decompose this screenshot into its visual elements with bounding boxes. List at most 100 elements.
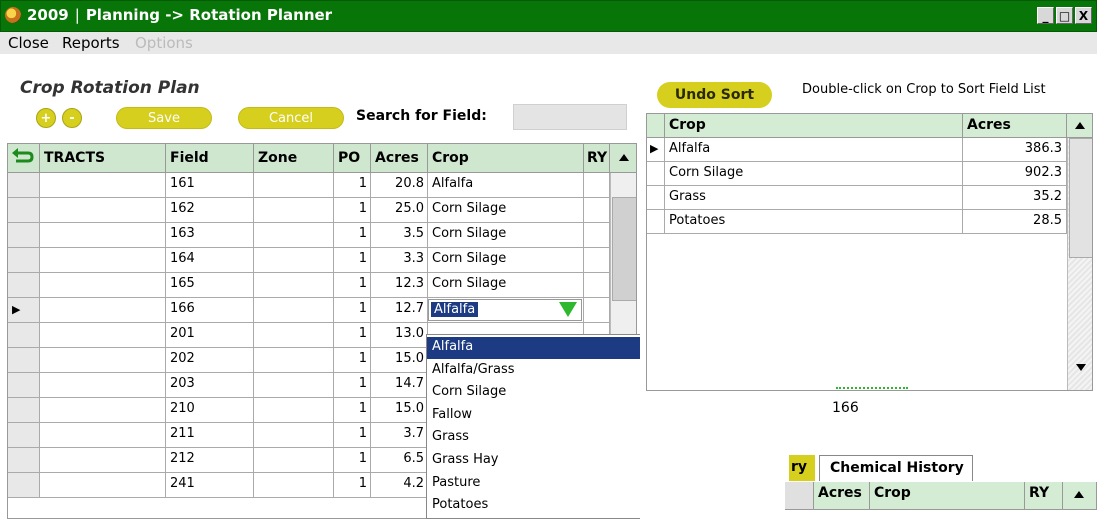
row-selector[interactable]	[8, 223, 40, 248]
summary-acres-cell[interactable]: 902.3	[963, 162, 1067, 186]
menu-reports[interactable]: Reports	[62, 34, 120, 52]
summary-crop-cell[interactable]: Potatoes	[665, 210, 963, 234]
table-row[interactable]: ▶ 166 1 12.7 Alfalfa	[8, 298, 636, 323]
row-selector[interactable]	[8, 423, 40, 448]
row-selector[interactable]	[8, 348, 40, 373]
col-header-acres[interactable]: Acres	[371, 144, 428, 173]
zone-cell[interactable]	[254, 423, 334, 448]
summary-row-selector[interactable]	[647, 210, 665, 234]
row-selector[interactable]	[8, 173, 40, 198]
acres-cell[interactable]: 3.3	[371, 248, 428, 273]
close-window-button[interactable]: X	[1075, 7, 1092, 24]
zone-cell[interactable]	[254, 298, 334, 323]
ry-cell[interactable]	[584, 173, 610, 198]
summary-row[interactable]: ▶ Alfalfa 386.3	[647, 138, 1067, 162]
row-selector[interactable]	[8, 473, 40, 498]
tracts-cell[interactable]	[40, 223, 166, 248]
acres-cell[interactable]: 3.5	[371, 223, 428, 248]
crop-cell[interactable]: Corn Silage	[428, 273, 584, 298]
zone-cell[interactable]	[254, 223, 334, 248]
grid-scroll-thumb[interactable]	[612, 197, 636, 301]
summary-row[interactable]: Potatoes 28.5	[647, 210, 1067, 234]
search-field-input[interactable]	[513, 104, 627, 130]
tracts-cell[interactable]	[40, 323, 166, 348]
col-header-po[interactable]: PO	[334, 144, 371, 173]
history-col-acres[interactable]: Acres	[814, 482, 870, 510]
row-selector[interactable]	[8, 323, 40, 348]
crop-cell[interactable]: Corn Silage	[428, 248, 584, 273]
field-cell[interactable]: 165	[166, 273, 254, 298]
field-cell[interactable]: 241	[166, 473, 254, 498]
zone-cell[interactable]	[254, 398, 334, 423]
undo-sort-button[interactable]: Undo Sort	[657, 82, 772, 108]
tracts-cell[interactable]	[40, 398, 166, 423]
history-scroll-up[interactable]	[1063, 482, 1097, 510]
zone-cell[interactable]	[254, 373, 334, 398]
row-selector[interactable]: ▶	[8, 298, 40, 323]
ry-cell[interactable]	[584, 223, 610, 248]
zone-cell[interactable]	[254, 348, 334, 373]
crop-cell[interactable]: Alfalfa	[428, 173, 584, 198]
crop-cell[interactable]: Corn Silage	[428, 198, 584, 223]
ry-cell[interactable]	[584, 248, 610, 273]
po-cell[interactable]: 1	[334, 323, 371, 348]
menu-close[interactable]: Close	[8, 34, 49, 52]
dropdown-arrow-icon[interactable]	[559, 302, 577, 317]
row-selector[interactable]	[8, 273, 40, 298]
summary-crop-cell[interactable]: Grass	[665, 186, 963, 210]
po-cell[interactable]: 1	[334, 423, 371, 448]
summary-col-acres[interactable]: Acres	[963, 114, 1067, 138]
summary-scroll-up[interactable]	[1067, 114, 1092, 138]
tracts-cell[interactable]	[40, 448, 166, 473]
col-header-zone[interactable]: Zone	[254, 144, 334, 173]
zone-cell[interactable]	[254, 273, 334, 298]
zone-cell[interactable]	[254, 248, 334, 273]
tracts-cell[interactable]	[40, 423, 166, 448]
field-cell[interactable]: 161	[166, 173, 254, 198]
summary-row[interactable]: Corn Silage 902.3	[647, 162, 1067, 186]
summary-col-crop[interactable]: Crop	[665, 114, 963, 138]
field-cell[interactable]: 203	[166, 373, 254, 398]
splitter-handle[interactable]	[836, 387, 908, 391]
summary-row-selector[interactable]: ▶	[647, 138, 665, 162]
po-cell[interactable]: 1	[334, 173, 371, 198]
tracts-cell[interactable]	[40, 473, 166, 498]
tab-crop-history[interactable]: ry	[789, 455, 816, 481]
grid-scroll-up[interactable]	[610, 144, 636, 173]
po-cell[interactable]: 1	[334, 298, 371, 323]
tracts-cell[interactable]	[40, 298, 166, 323]
acres-cell[interactable]: 15.0	[371, 348, 428, 373]
row-selector[interactable]	[8, 198, 40, 223]
row-selector[interactable]	[8, 248, 40, 273]
tracts-cell[interactable]	[40, 273, 166, 298]
summary-crop-cell[interactable]: Alfalfa	[665, 138, 963, 162]
row-selector[interactable]	[8, 448, 40, 473]
summary-row-selector[interactable]	[647, 186, 665, 210]
maximize-button[interactable]: □	[1056, 7, 1073, 24]
field-cell[interactable]: 163	[166, 223, 254, 248]
tracts-cell[interactable]	[40, 248, 166, 273]
ry-cell[interactable]	[584, 198, 610, 223]
po-cell[interactable]: 1	[334, 373, 371, 398]
zone-cell[interactable]	[254, 448, 334, 473]
ry-cell[interactable]	[584, 273, 610, 298]
col-header-crop[interactable]: Crop	[428, 144, 584, 173]
remove-button[interactable]: -	[62, 108, 82, 128]
summary-crop-cell[interactable]: Corn Silage	[665, 162, 963, 186]
po-cell[interactable]: 1	[334, 273, 371, 298]
field-cell[interactable]: 210	[166, 398, 254, 423]
zone-cell[interactable]	[254, 198, 334, 223]
summary-scrollbar[interactable]	[1067, 138, 1092, 390]
po-cell[interactable]: 1	[334, 198, 371, 223]
summary-row-selector[interactable]	[647, 162, 665, 186]
crop-select[interactable]: Alfalfa	[428, 299, 582, 321]
history-col-crop[interactable]: Crop	[870, 482, 1025, 510]
add-button[interactable]: +	[36, 108, 56, 128]
zone-cell[interactable]	[254, 473, 334, 498]
summary-acres-cell[interactable]: 386.3	[963, 138, 1067, 162]
tracts-cell[interactable]	[40, 348, 166, 373]
po-cell[interactable]: 1	[334, 448, 371, 473]
row-selector[interactable]	[8, 398, 40, 423]
field-cell[interactable]: 166	[166, 298, 254, 323]
ry-cell[interactable]	[584, 298, 610, 323]
